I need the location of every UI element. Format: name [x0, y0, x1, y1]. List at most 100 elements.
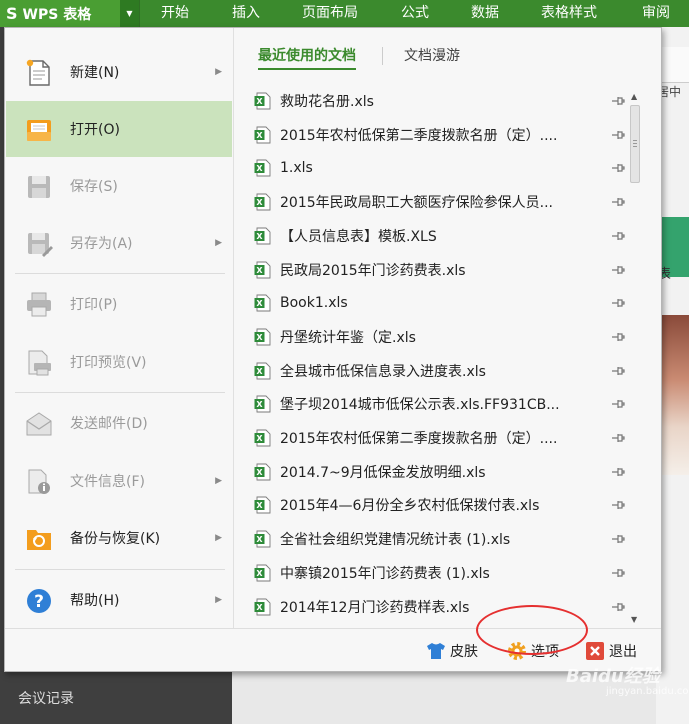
chevron-down-icon[interactable]: ▼ — [120, 0, 139, 27]
menu-item-backup-restore[interactable]: 备份与恢复(K) ▶ — [6, 510, 232, 566]
recent-file-row[interactable]: X 救助花名册.xls — [249, 84, 629, 118]
recent-file-row[interactable]: X 2014.7~9月低保金发放明细.xls — [249, 455, 629, 489]
pin-icon[interactable] — [611, 95, 625, 107]
pin-icon[interactable] — [611, 129, 625, 141]
svg-text:X: X — [256, 367, 263, 376]
recent-file-name: Book1.xls — [280, 295, 348, 312]
svg-text:X: X — [256, 299, 263, 308]
menu-item-save-as[interactable]: 另存为(A) ▶ — [6, 215, 232, 271]
chevron-right-icon: ▶ — [215, 533, 222, 543]
pin-icon[interactable] — [611, 567, 625, 579]
pin-icon[interactable] — [611, 533, 625, 545]
pin-icon[interactable] — [611, 331, 625, 343]
recent-file-row[interactable]: X 民政局2015年门诊药费表.xls — [249, 253, 629, 287]
scroll-down-icon[interactable]: ▼ — [631, 615, 637, 624]
tab-recent-documents[interactable]: 最近使用的文档 — [258, 42, 356, 70]
recent-file-row[interactable]: X 堡子坝2014城市低保公示表.xls.FF931CB... — [249, 387, 629, 421]
svg-text:X: X — [256, 468, 263, 477]
menu-item-help[interactable]: ? 帮助(H) ▶ — [6, 572, 232, 628]
recent-file-name: 2014.7~9月低保金发放明细.xls — [280, 464, 486, 481]
excel-file-icon: X — [254, 328, 271, 346]
menu-item-label: 打印预览(V) — [70, 355, 147, 371]
menu-item-send-mail[interactable]: 发送邮件(D) — [6, 395, 232, 451]
menu-item-label: 打开(O) — [70, 122, 120, 138]
ribbon-tab-page-layout[interactable]: 页面布局 — [302, 0, 358, 27]
app-name: WPS 表格 — [22, 6, 92, 23]
recent-file-name: 堡子坝2014城市低保公示表.xls.FF931CB... — [280, 397, 560, 414]
menu-item-print-preview[interactable]: 打印预览(V) — [6, 334, 232, 390]
recent-file-name: 中寨镇2015年门诊药费表 (1).xls — [280, 565, 490, 582]
excel-file-icon: X — [254, 564, 271, 582]
menu-item-save[interactable]: 保存(S) — [6, 158, 232, 214]
pin-icon[interactable] — [611, 601, 625, 613]
scroll-up-icon[interactable]: ▲ — [631, 92, 637, 101]
pin-icon[interactable] — [611, 432, 625, 444]
recent-file-row[interactable]: X 1.xls — [249, 151, 629, 185]
grip-line — [633, 140, 637, 141]
svg-text:X: X — [256, 198, 263, 207]
menu-divider — [15, 569, 225, 570]
svg-text:X: X — [256, 434, 263, 443]
file-info-icon — [28, 469, 50, 494]
sidebar-item-meeting-record[interactable]: 会议记录 — [18, 688, 74, 708]
ribbon-tab-insert[interactable]: 插入 — [232, 0, 260, 27]
background-sidebar: 会议记录 — [0, 672, 232, 724]
recent-file-row[interactable]: X 2015年4—6月份全乡农村低保拨付表.xls — [249, 488, 629, 522]
skin-button[interactable]: 皮肤 — [426, 639, 478, 663]
menu-item-new[interactable]: 新建(N) ▶ — [6, 44, 232, 100]
excel-file-icon: X — [254, 159, 271, 177]
recent-file-row[interactable]: X 全县城市低保信息录入进度表.xls — [249, 354, 629, 388]
recent-file-row[interactable]: X 2015年农村低保第二季度拨款名册（定）.... — [249, 118, 629, 152]
menu-item-label: 保存(S) — [70, 179, 118, 195]
svg-text:X: X — [256, 266, 263, 275]
scrollbar-thumb[interactable] — [630, 105, 640, 183]
pin-icon[interactable] — [611, 297, 625, 309]
ribbon-tab-formulas[interactable]: 公式 — [401, 0, 429, 27]
menu-item-label: 帮助(H) — [70, 593, 120, 609]
svg-text:?: ? — [34, 592, 44, 612]
menu-item-open[interactable]: 打开(O) — [6, 101, 232, 157]
pin-icon[interactable] — [611, 196, 625, 208]
recent-file-row[interactable]: X 丹堡统计年鉴（定.xls — [249, 320, 629, 354]
list-scrollbar[interactable]: ▲ ▼ — [629, 92, 641, 624]
ribbon-tab-review[interactable]: 审阅 — [642, 0, 670, 27]
menu-item-label: 新建(N) — [70, 65, 120, 81]
pin-icon[interactable] — [611, 499, 625, 511]
excel-file-icon: X — [254, 530, 271, 548]
chevron-right-icon: ▶ — [215, 67, 222, 77]
pin-icon[interactable] — [611, 162, 625, 174]
open-folder-icon — [27, 120, 51, 141]
ribbon-tab-data[interactable]: 数据 — [471, 0, 499, 27]
tab-document-roaming[interactable]: 文档漫游 — [404, 42, 460, 70]
excel-file-icon: X — [254, 193, 271, 211]
pin-icon[interactable] — [611, 230, 625, 242]
svg-text:X: X — [256, 535, 263, 544]
pin-icon[interactable] — [611, 398, 625, 410]
exit-button[interactable]: 退出 — [585, 639, 637, 663]
pin-icon[interactable] — [611, 264, 625, 276]
menu-item-file-info[interactable]: 文件信息(F) ▶ — [6, 453, 232, 509]
close-icon — [586, 642, 604, 660]
menu-divider — [15, 273, 225, 274]
recent-file-row[interactable]: X 2015年民政局职工大额医疗保险参保人员... — [249, 185, 629, 219]
ribbon-tab-home[interactable]: 开始 — [161, 0, 189, 27]
recent-file-name: 2015年民政局职工大额医疗保险参保人员... — [280, 195, 553, 212]
excel-file-icon: X — [254, 126, 271, 144]
svg-text:X: X — [256, 97, 263, 106]
ribbon-tab-table-style[interactable]: 表格样式 — [541, 0, 597, 27]
svg-text:X: X — [256, 501, 263, 510]
app-menu-button[interactable]: S WPS 表格 ▼ — [0, 0, 140, 27]
menu-item-print[interactable]: 打印(P) — [6, 276, 232, 332]
recent-file-name: 救助花名册.xls — [280, 94, 374, 110]
recent-file-row[interactable]: X 【人员信息表】模板.XLS — [249, 219, 629, 253]
recent-file-row[interactable]: X Book1.xls — [249, 286, 629, 320]
recent-file-name: 2014年12月门诊药费样表.xls — [280, 599, 470, 616]
file-menu-commands: 新建(N) ▶ 打开(O) 保存(S) 另存为(A) ▶ 打印(P) 打印预览(… — [5, 28, 233, 628]
recent-file-row[interactable]: X 中寨镇2015年门诊药费表 (1).xls — [249, 556, 629, 590]
recent-file-row[interactable]: X 全省社会组织党建情况统计表 (1).xls — [249, 522, 629, 556]
pin-icon[interactable] — [611, 466, 625, 478]
grip-line — [633, 143, 637, 144]
svg-text:X: X — [256, 131, 263, 140]
pin-icon[interactable] — [611, 365, 625, 377]
recent-file-row[interactable]: X 2015年农村低保第二季度拨款名册（定）.... — [249, 421, 629, 455]
